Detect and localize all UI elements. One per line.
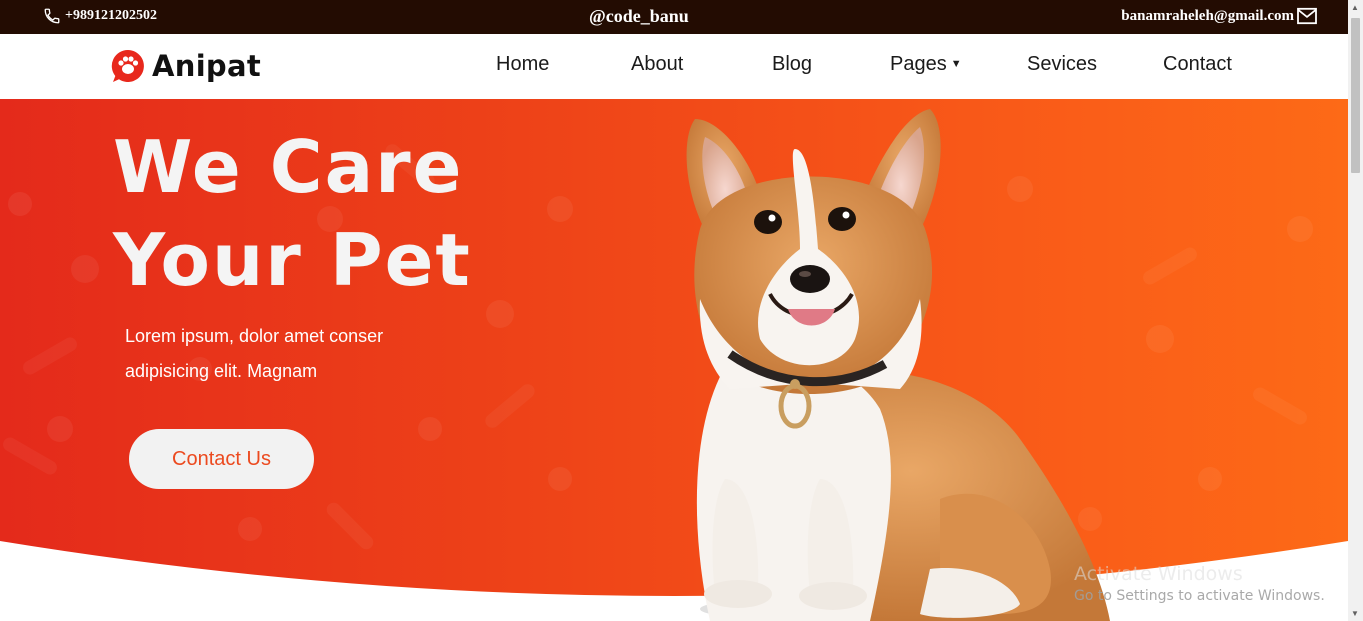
nav-home[interactable]: Home (496, 53, 549, 76)
phone-number: +989121202502 (65, 8, 157, 23)
email-contact[interactable]: banamraheleh@gmail.com (1121, 7, 1318, 25)
nav-about[interactable]: About (631, 53, 683, 76)
hero-subtitle-line-2: adipisicing elit. Magnam (125, 361, 318, 381)
activate-windows-watermark: Activate Windows Go to Settings to activ… (1074, 563, 1325, 604)
brand-name: Anipat (152, 49, 262, 83)
phone-contact[interactable]: +989121202502 (43, 7, 157, 25)
nav-services[interactable]: Sevices (1027, 53, 1097, 76)
top-bar: +989121202502 @code_banu banamraheleh@gm… (0, 0, 1348, 34)
hero-subtitle: Lorem ipsum, dolor amet conser adipisici… (125, 319, 425, 389)
phone-icon (44, 8, 60, 24)
activate-windows-hint: Go to Settings to activate Windows. (1074, 588, 1325, 604)
activate-windows-title: Activate Windows (1074, 563, 1243, 585)
hero-title-line-1: We Care (113, 125, 464, 209)
corgi-dog-image (686, 109, 1110, 621)
email-address: banamraheleh@gmail.com (1121, 7, 1294, 24)
nav-pages[interactable]: Pages ▼ (890, 53, 962, 76)
hero-title: We Care Your Pet (113, 121, 533, 307)
nav-contact[interactable]: Contact (1163, 53, 1232, 76)
hero-title-line-2: Your Pet (113, 218, 472, 302)
scroll-down-arrow-icon[interactable]: ▼ (1351, 609, 1359, 618)
nav-pages-label: Pages (890, 53, 947, 75)
caret-down-icon: ▼ (950, 58, 962, 70)
pet-chat-logo-icon (111, 49, 144, 82)
hero-subtitle-line-1: Lorem ipsum, dolor amet conser (125, 326, 384, 346)
scrollbar-thumb[interactable] (1351, 18, 1360, 173)
mail-icon (1297, 7, 1317, 25)
nav-blog[interactable]: Blog (772, 53, 812, 76)
social-handle: @code_banu (589, 6, 689, 26)
contact-us-button[interactable]: Contact Us (129, 429, 314, 489)
page-scrollbar[interactable]: ▲ ▼ (1348, 0, 1363, 621)
scroll-up-arrow-icon[interactable]: ▲ (1351, 3, 1359, 12)
brand-logo[interactable]: Anipat (110, 48, 261, 84)
hero-section: We Care Your Pet Lorem ipsum, dolor amet… (0, 99, 1348, 621)
main-navbar: Anipat Home About Blog Pages ▼ Sevices Co… (0, 34, 1348, 99)
